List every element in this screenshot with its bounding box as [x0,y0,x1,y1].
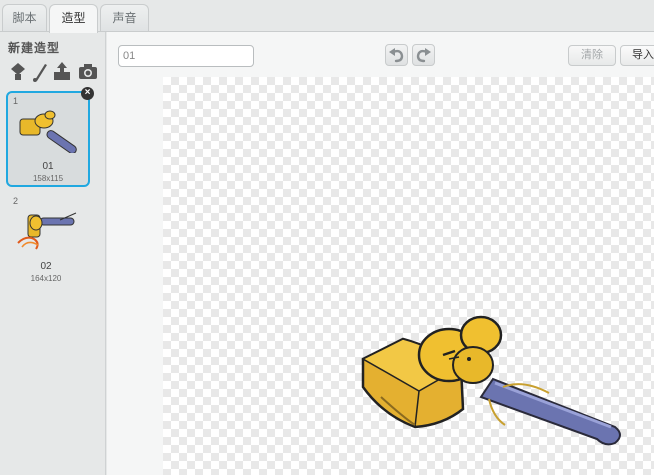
redo-icon [416,48,431,63]
upload-button[interactable] [52,60,72,82]
redo-button[interactable] [412,44,435,66]
tab-bar: 脚本 造型 声音 [0,0,654,33]
camera-button[interactable] [78,60,98,82]
undo-button[interactable] [385,44,408,66]
drawing-canvas[interactable] [163,77,654,475]
new-costume-title: 新建造型 [8,41,61,55]
costume-item-1[interactable]: 1 × 01 158x115 [6,87,94,187]
costume-size: 158x115 [32,174,64,183]
costume-item-2[interactable]: 2 02 164x120 [6,191,90,287]
hammer-sprite[interactable] [353,267,643,447]
tab-costumes[interactable]: 造型 [49,4,98,33]
tab-scripts[interactable]: 脚本 [2,4,47,32]
import-button[interactable]: 导入 [620,45,654,66]
costume-name: 02 [40,261,52,272]
paint-from-library-icon [11,63,25,80]
camera-icon [79,64,97,79]
paint-brush-icon [33,64,47,82]
costume-thumbnail-hammer [19,110,77,153]
library-button[interactable] [8,60,28,82]
paint-button[interactable] [30,60,50,82]
costume-name-input[interactable] [118,45,254,67]
tab-sounds[interactable]: 声音 [100,4,149,32]
costume-editor-window: 脚本 造型 声音 新建造型 1 × 01 158x115 2 02 164x12… [0,0,654,475]
costume-size: 164x120 [30,274,62,283]
costume-index: 2 [13,196,19,206]
costume-index: 1 [13,96,19,106]
costume-sidebar: 新建造型 1 × 01 158x115 2 02 164x120 [0,32,106,475]
costume-thumbnail-hammer-swing [17,212,77,250]
delete-costume-button[interactable]: × [81,87,94,100]
paint-editor: 清除 导入 [107,32,654,475]
new-costume-tools [6,60,102,82]
clear-button[interactable]: 清除 [568,45,616,66]
costume-name: 01 [42,161,54,172]
upload-icon [54,62,70,80]
undo-icon [389,48,404,63]
